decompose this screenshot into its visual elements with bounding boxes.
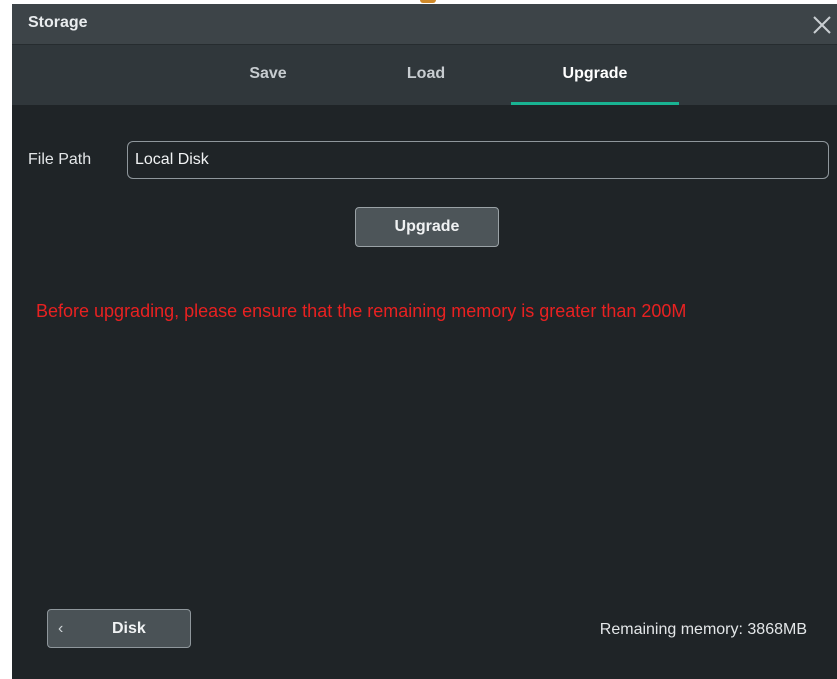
disk-button-label: Disk	[112, 620, 146, 637]
tab-save-label: Save	[249, 65, 287, 82]
tab-bar: Save Load Upgrade	[12, 44, 837, 105]
close-icon[interactable]	[809, 12, 835, 38]
upgrade-button[interactable]: Upgrade	[355, 207, 499, 247]
memory-warning-text: Before upgrading, please ensure that the…	[36, 301, 687, 321]
tab-upgrade[interactable]: Upgrade	[511, 45, 679, 105]
storage-dialog: Storage Save Load Upgrade File Path Loca…	[12, 4, 837, 679]
tab-upgrade-label: Upgrade	[562, 65, 628, 82]
file-path-field[interactable]: Local Disk	[127, 141, 829, 179]
file-path-label: File Path	[28, 151, 92, 168]
tab-load-label: Load	[406, 65, 446, 82]
window-edge-marker	[420, 0, 436, 3]
title-bar: Storage	[12, 4, 837, 44]
chevron-left-icon: ‹	[58, 620, 64, 637]
tab-save[interactable]: Save	[184, 45, 352, 105]
tab-load[interactable]: Load	[342, 45, 510, 105]
remaining-memory-text: Remaining memory: 3868MB	[599, 621, 807, 638]
disk-button[interactable]: ‹ Disk	[47, 609, 191, 648]
dialog-title: Storage	[28, 14, 88, 31]
tab-active-underline	[511, 102, 679, 105]
